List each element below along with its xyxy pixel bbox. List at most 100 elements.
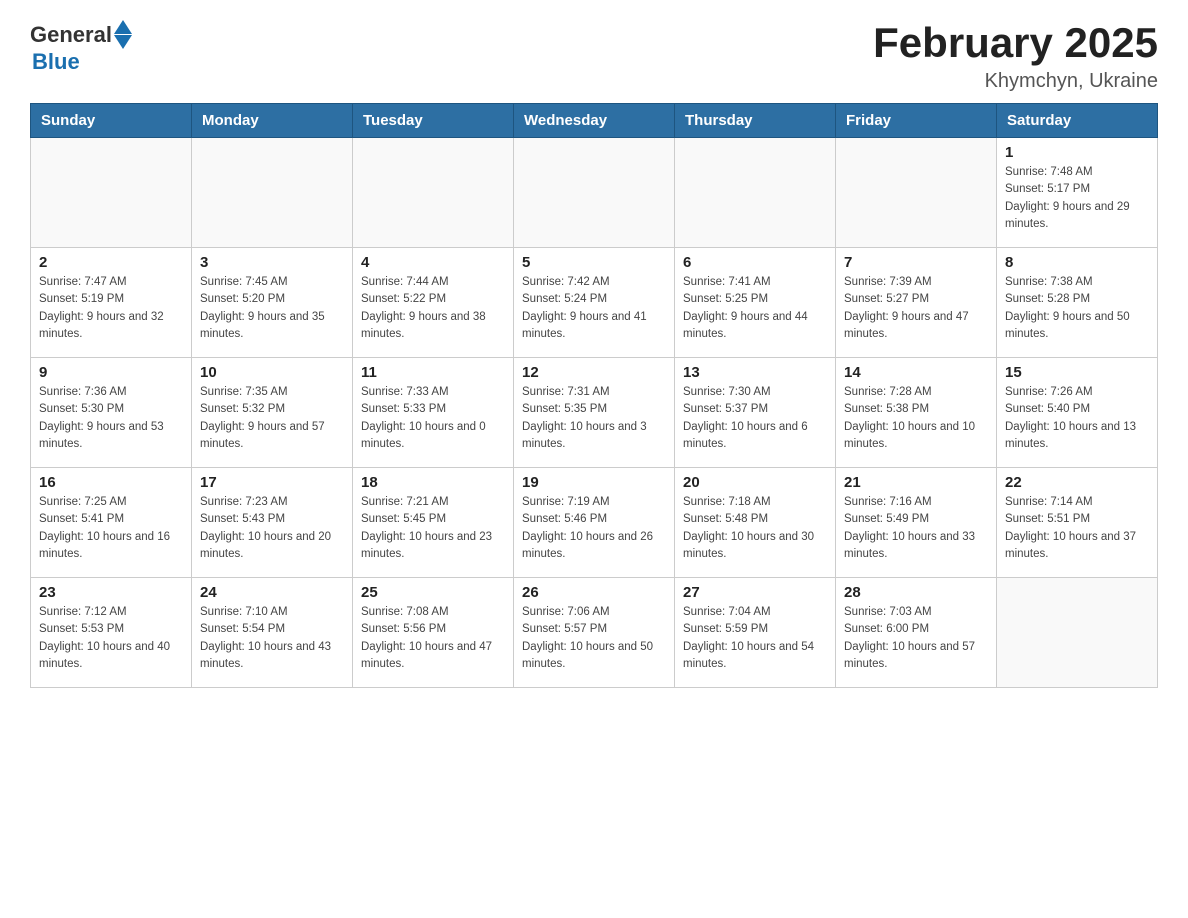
day-number: 18 [361,474,505,491]
day-number: 6 [683,254,827,271]
day-detail: Sunrise: 7:18 AMSunset: 5:48 PMDaylight:… [683,494,827,563]
logo-blue-text: Blue [32,49,80,75]
weekday-header: Monday [192,104,353,138]
day-detail: Sunrise: 7:36 AMSunset: 5:30 PMDaylight:… [39,384,183,453]
day-number: 3 [200,254,344,271]
day-number: 26 [522,584,666,601]
day-number: 28 [844,584,988,601]
calendar-day-cell [353,138,514,248]
calendar-day-cell: 17 Sunrise: 7:23 AMSunset: 5:43 PMDayligh… [192,468,353,578]
calendar-day-cell: 22 Sunrise: 7:14 AMSunset: 5:51 PMDayligh… [997,468,1158,578]
calendar-day-cell [675,138,836,248]
day-number: 15 [1005,364,1149,381]
page-title: February 2025 [873,20,1158,66]
day-number: 1 [1005,144,1149,161]
calendar-table: SundayMondayTuesdayWednesdayThursdayFrid… [30,103,1158,688]
calendar-day-cell: 21 Sunrise: 7:16 AMSunset: 5:49 PMDayligh… [836,468,997,578]
calendar-day-cell: 2 Sunrise: 7:47 AMSunset: 5:19 PMDaylight… [31,248,192,358]
calendar-header-row: SundayMondayTuesdayWednesdayThursdayFrid… [31,104,1158,138]
day-detail: Sunrise: 7:35 AMSunset: 5:32 PMDaylight:… [200,384,344,453]
calendar-day-cell: 27 Sunrise: 7:04 AMSunset: 5:59 PMDayligh… [675,578,836,688]
day-number: 8 [1005,254,1149,271]
calendar-day-cell [836,138,997,248]
day-number: 27 [683,584,827,601]
day-detail: Sunrise: 7:26 AMSunset: 5:40 PMDaylight:… [1005,384,1149,453]
day-detail: Sunrise: 7:04 AMSunset: 5:59 PMDaylight:… [683,604,827,673]
calendar-day-cell: 12 Sunrise: 7:31 AMSunset: 5:35 PMDayligh… [514,358,675,468]
day-detail: Sunrise: 7:12 AMSunset: 5:53 PMDaylight:… [39,604,183,673]
calendar-day-cell [997,578,1158,688]
calendar-day-cell [31,138,192,248]
day-detail: Sunrise: 7:14 AMSunset: 5:51 PMDaylight:… [1005,494,1149,563]
logo-triangle-up-icon [114,20,132,34]
calendar-day-cell: 26 Sunrise: 7:06 AMSunset: 5:57 PMDayligh… [514,578,675,688]
day-detail: Sunrise: 7:21 AMSunset: 5:45 PMDaylight:… [361,494,505,563]
logo-triangle-down-icon [114,35,132,49]
day-detail: Sunrise: 7:28 AMSunset: 5:38 PMDaylight:… [844,384,988,453]
day-number: 17 [200,474,344,491]
calendar-day-cell: 6 Sunrise: 7:41 AMSunset: 5:25 PMDaylight… [675,248,836,358]
calendar-week-row: 23Sunrise: 7:12 AMSunset: 5:53 PMDayligh… [31,578,1158,688]
day-detail: Sunrise: 7:31 AMSunset: 5:35 PMDaylight:… [522,384,666,453]
day-number: 7 [844,254,988,271]
day-detail: Sunrise: 7:33 AMSunset: 5:33 PMDaylight:… [361,384,505,453]
calendar-day-cell: 28 Sunrise: 7:03 AMSunset: 6:00 PMDayligh… [836,578,997,688]
day-number: 4 [361,254,505,271]
day-number: 22 [1005,474,1149,491]
day-detail: Sunrise: 7:25 AMSunset: 5:41 PMDaylight:… [39,494,183,563]
day-detail: Sunrise: 7:10 AMSunset: 5:54 PMDaylight:… [200,604,344,673]
logo: General Blue [30,20,132,75]
calendar-week-row: 9 Sunrise: 7:36 AMSunset: 5:30 PMDaylight… [31,358,1158,468]
day-number: 13 [683,364,827,381]
day-detail: Sunrise: 7:38 AMSunset: 5:28 PMDaylight:… [1005,274,1149,343]
calendar-day-cell: 24 Sunrise: 7:10 AMSunset: 5:54 PMDayligh… [192,578,353,688]
day-detail: Sunrise: 7:45 AMSunset: 5:20 PMDaylight:… [200,274,344,343]
day-number: 12 [522,364,666,381]
calendar-day-cell: 25 Sunrise: 7:08 AMSunset: 5:56 PMDayligh… [353,578,514,688]
calendar-day-cell: 8 Sunrise: 7:38 AMSunset: 5:28 PMDaylight… [997,248,1158,358]
day-detail: Sunrise: 7:19 AMSunset: 5:46 PMDaylight:… [522,494,666,563]
day-number: 21 [844,474,988,491]
weekday-header: Sunday [31,104,192,138]
calendar-day-cell: 3 Sunrise: 7:45 AMSunset: 5:20 PMDaylight… [192,248,353,358]
calendar-day-cell: 10 Sunrise: 7:35 AMSunset: 5:32 PMDayligh… [192,358,353,468]
page-subtitle: Khymchyn, Ukraine [873,70,1158,93]
calendar-day-cell: 13 Sunrise: 7:30 AMSunset: 5:37 PMDayligh… [675,358,836,468]
day-number: 25 [361,584,505,601]
day-number: 5 [522,254,666,271]
day-detail: Sunrise: 7:16 AMSunset: 5:49 PMDaylight:… [844,494,988,563]
calendar-day-cell: 11 Sunrise: 7:33 AMSunset: 5:33 PMDayligh… [353,358,514,468]
calendar-day-cell [514,138,675,248]
day-detail: Sunrise: 7:47 AMSunset: 5:19 PMDaylight:… [39,274,183,343]
calendar-week-row: 2 Sunrise: 7:47 AMSunset: 5:19 PMDaylight… [31,248,1158,358]
day-number: 10 [200,364,344,381]
day-detail: Sunrise: 7:08 AMSunset: 5:56 PMDaylight:… [361,604,505,673]
day-number: 9 [39,364,183,381]
page-header: General Blue February 2025 Khymchyn, Ukr… [30,20,1158,93]
weekday-header: Tuesday [353,104,514,138]
title-block: February 2025 Khymchyn, Ukraine [873,20,1158,93]
calendar-day-cell: 18 Sunrise: 7:21 AMSunset: 5:45 PMDayligh… [353,468,514,578]
day-detail: Sunrise: 7:06 AMSunset: 5:57 PMDaylight:… [522,604,666,673]
calendar-day-cell: 20Sunrise: 7:18 AMSunset: 5:48 PMDayligh… [675,468,836,578]
day-number: 19 [522,474,666,491]
calendar-day-cell: 23Sunrise: 7:12 AMSunset: 5:53 PMDayligh… [31,578,192,688]
calendar-day-cell: 4Sunrise: 7:44 AMSunset: 5:22 PMDaylight… [353,248,514,358]
day-detail: Sunrise: 7:42 AMSunset: 5:24 PMDaylight:… [522,274,666,343]
day-detail: Sunrise: 7:03 AMSunset: 6:00 PMDaylight:… [844,604,988,673]
day-detail: Sunrise: 7:30 AMSunset: 5:37 PMDaylight:… [683,384,827,453]
calendar-week-row: 16 Sunrise: 7:25 AMSunset: 5:41 PMDayligh… [31,468,1158,578]
day-number: 11 [361,364,505,381]
day-detail: Sunrise: 7:41 AMSunset: 5:25 PMDaylight:… [683,274,827,343]
day-number: 16 [39,474,183,491]
day-number: 24 [200,584,344,601]
calendar-day-cell: 14Sunrise: 7:28 AMSunset: 5:38 PMDayligh… [836,358,997,468]
weekday-header: Friday [836,104,997,138]
calendar-week-row: 1Sunrise: 7:48 AMSunset: 5:17 PMDaylight… [31,138,1158,248]
calendar-day-cell: 15 Sunrise: 7:26 AMSunset: 5:40 PMDayligh… [997,358,1158,468]
logo-general-text: General [30,22,112,48]
day-detail: Sunrise: 7:39 AMSunset: 5:27 PMDaylight:… [844,274,988,343]
day-number: 2 [39,254,183,271]
day-detail: Sunrise: 7:23 AMSunset: 5:43 PMDaylight:… [200,494,344,563]
weekday-header: Saturday [997,104,1158,138]
